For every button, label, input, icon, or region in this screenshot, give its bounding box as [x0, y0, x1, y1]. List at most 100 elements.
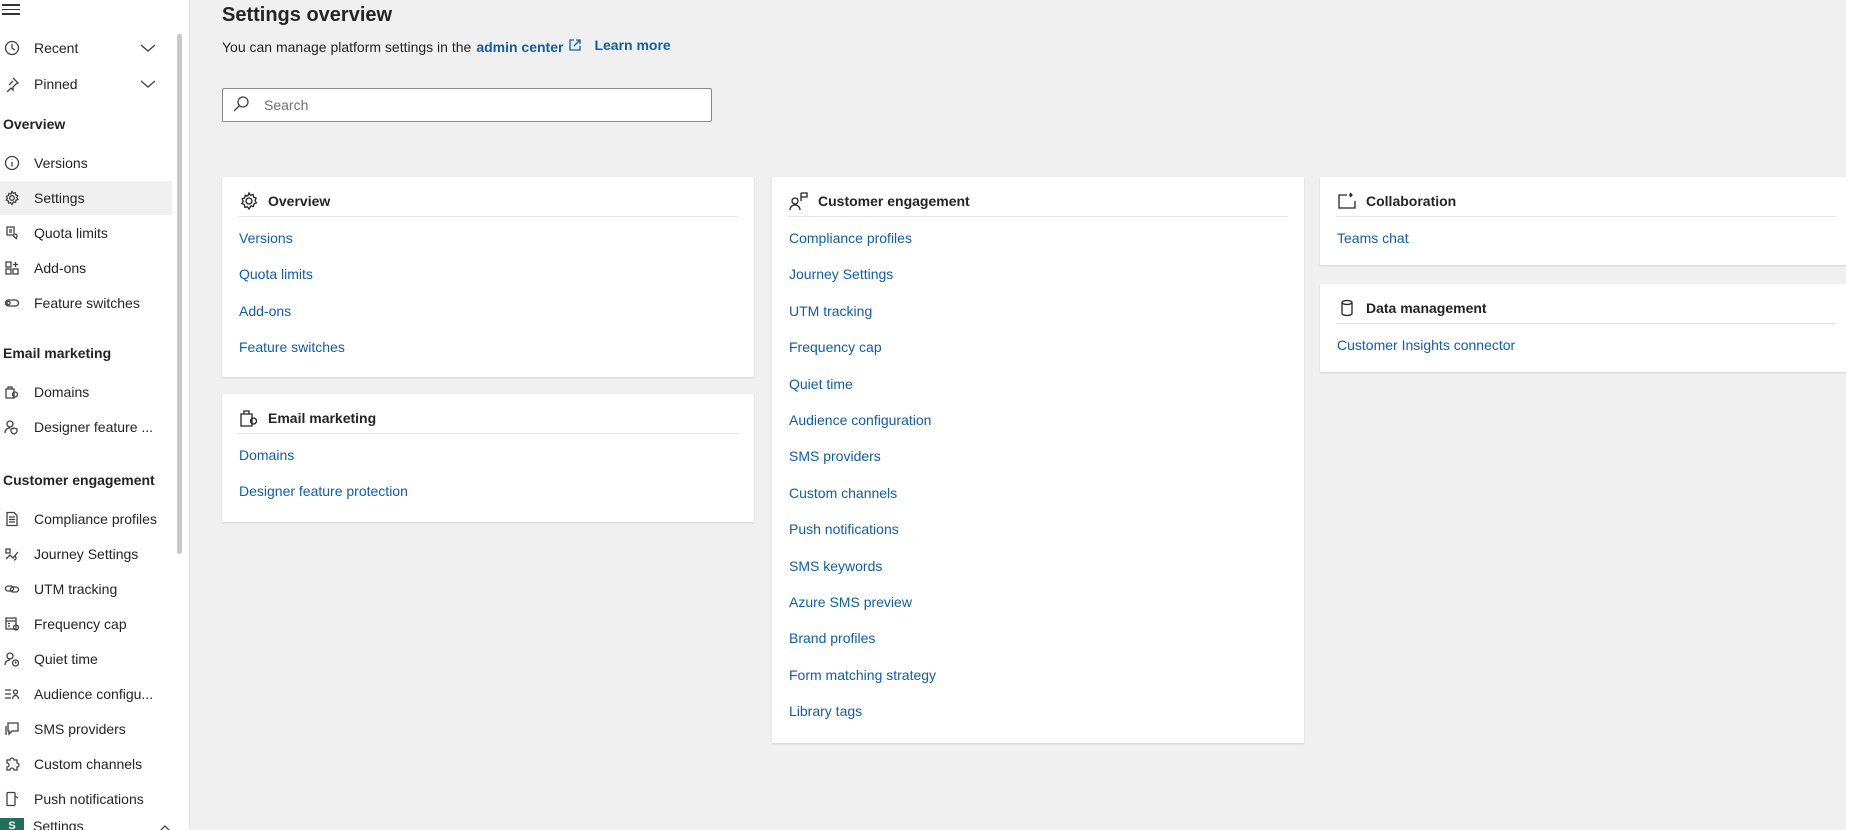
sidebar-item-sms-providers[interactable]: SMS providers	[0, 712, 172, 746]
chevron-down-icon[interactable]	[140, 77, 156, 91]
card-collaboration: Collaboration Teams chat	[1320, 177, 1852, 265]
sidebar-item-designer-feature-protection[interactable]: Designer feature ...	[0, 410, 172, 444]
link-customer-insights-connector[interactable]: Customer Insights connector	[1337, 334, 1515, 370]
sidebar-scrollbar[interactable]	[177, 34, 182, 554]
sidebar-item-label: Feature switches	[34, 295, 140, 311]
sidebar-item-journey-settings[interactable]: Journey Settings	[0, 537, 172, 571]
link-designer-feature-protection[interactable]: Designer feature protection	[239, 480, 408, 516]
card-header: Overview	[238, 185, 738, 217]
area-switcher[interactable]: S Settings	[0, 818, 180, 830]
link-domains[interactable]: Domains	[239, 444, 408, 480]
search-icon	[232, 95, 252, 115]
hamburger-menu-icon[interactable]	[2, 1, 20, 15]
main-content: Settings overview You can manage platfor…	[190, 0, 1852, 830]
link-add-ons[interactable]: Add-ons	[239, 300, 345, 336]
sidebar-item-settings[interactable]: Settings	[0, 181, 172, 215]
link-sms-keywords[interactable]: SMS keywords	[789, 555, 936, 591]
card-link-list: Versions Quota limits Add-ons Feature sw…	[239, 227, 345, 373]
sidebar-item-label: Add-ons	[34, 260, 87, 276]
card-link-list: Domains Designer feature protection	[239, 444, 408, 517]
admin-center-link[interactable]: admin center	[476, 39, 563, 55]
chevron-down-icon[interactable]	[140, 41, 156, 55]
pin-icon	[1, 74, 23, 94]
sidebar-scroll-area: Recent Pinned Overview Versions Settings…	[0, 0, 180, 830]
sidebar-item-utm-tracking[interactable]: UTM tracking	[0, 572, 172, 606]
link-audience-configuration[interactable]: Audience configuration	[789, 409, 936, 445]
sidebar-item-label: Journey Settings	[34, 546, 139, 562]
sidebar-section-email-marketing: Email marketing	[3, 345, 112, 361]
sidebar-item-custom-channels[interactable]: Custom channels	[0, 747, 172, 781]
search-box[interactable]	[222, 88, 712, 122]
domain-icon	[1, 382, 23, 402]
sidebar-item-label: Quiet time	[34, 651, 98, 667]
sidebar-section-overview: Overview	[3, 116, 66, 132]
link-icon	[1, 579, 23, 599]
card-link-list: Teams chat	[1337, 227, 1409, 263]
link-utm-tracking[interactable]: UTM tracking	[789, 300, 936, 336]
link-azure-sms-preview[interactable]: Azure SMS preview	[789, 591, 936, 627]
left-navigation: Recent Pinned Overview Versions Settings…	[0, 0, 190, 830]
search-input[interactable]	[264, 97, 704, 113]
database-icon	[1336, 297, 1358, 319]
collaboration-icon	[1336, 190, 1358, 212]
person-shield-icon	[1, 417, 23, 437]
link-library-tags[interactable]: Library tags	[789, 700, 936, 736]
link-feature-switches[interactable]: Feature switches	[239, 336, 345, 372]
sidebar-item-domains[interactable]: Domains	[0, 375, 172, 409]
sidebar-item-versions[interactable]: Versions	[0, 146, 172, 180]
sidebar-item-audience-configuration[interactable]: Audience configu...	[0, 677, 172, 711]
link-brand-profiles[interactable]: Brand profiles	[789, 627, 936, 663]
link-quota-limits[interactable]: Quota limits	[239, 263, 345, 299]
sidebar-item-pinned[interactable]: Pinned	[0, 67, 172, 101]
right-gutter	[1846, 0, 1869, 830]
link-frequency-cap[interactable]: Frequency cap	[789, 336, 936, 372]
sidebar-item-label: Push notifications	[34, 791, 144, 807]
link-compliance-profiles[interactable]: Compliance profiles	[789, 227, 936, 263]
sidebar-item-frequency-cap[interactable]: Frequency cap	[0, 607, 172, 641]
card-data-management: Data management Customer Insights connec…	[1320, 284, 1852, 372]
person-clock-icon	[1, 649, 23, 669]
link-form-matching-strategy[interactable]: Form matching strategy	[789, 664, 936, 700]
sidebar-item-label: Custom channels	[34, 756, 143, 772]
card-header: Customer engagement	[788, 185, 1288, 217]
subtitle-text: You can manage platform settings in the	[222, 39, 472, 55]
sidebar-item-add-ons[interactable]: Add-ons	[0, 251, 172, 285]
apps-icon	[1, 258, 23, 278]
info-icon	[1, 153, 23, 173]
link-versions[interactable]: Versions	[239, 227, 345, 263]
sidebar-item-recent[interactable]: Recent	[0, 31, 172, 65]
sidebar-section-customer-engagement: Customer engagement	[3, 472, 155, 488]
puzzle-icon	[1, 754, 23, 774]
link-sms-providers[interactable]: SMS providers	[789, 445, 936, 481]
domain-icon	[238, 407, 260, 429]
card-title: Overview	[268, 192, 331, 209]
link-push-notifications[interactable]: Push notifications	[789, 518, 936, 554]
link-quiet-time[interactable]: Quiet time	[789, 373, 936, 409]
sidebar-item-label: Quota limits	[34, 225, 108, 241]
area-switcher-label: Settings	[33, 818, 84, 830]
chevron-up-icon[interactable]	[158, 820, 172, 830]
card-customer-engagement: Customer engagement Compliance profiles …	[772, 177, 1304, 743]
link-journey-settings[interactable]: Journey Settings	[789, 263, 936, 299]
card-title: Customer engagement	[818, 192, 970, 209]
toggle-icon	[1, 293, 23, 313]
chat-icon	[1, 719, 23, 739]
page-subtitle: You can manage platform settings in the …	[222, 37, 671, 55]
sidebar-item-push-notifications[interactable]: Push notifications	[0, 782, 172, 816]
sidebar-item-label: Settings	[34, 190, 85, 206]
learn-more-link[interactable]: Learn more	[594, 37, 670, 53]
card-header: Collaboration	[1336, 185, 1836, 217]
link-teams-chat[interactable]: Teams chat	[1337, 227, 1409, 263]
sidebar-item-feature-switches[interactable]: Feature switches	[0, 286, 172, 320]
sidebar-item-quota-limits[interactable]: Quota limits	[0, 216, 172, 250]
card-title: Email marketing	[268, 409, 377, 426]
clock-icon	[1, 38, 23, 58]
sidebar-item-label: SMS providers	[34, 721, 126, 737]
sidebar-item-quiet-time[interactable]: Quiet time	[0, 642, 172, 676]
gear-icon	[238, 190, 260, 212]
journey-icon	[1, 544, 23, 564]
link-custom-channels[interactable]: Custom channels	[789, 482, 936, 518]
card-title: Collaboration	[1366, 192, 1457, 209]
card-header: Email marketing	[238, 402, 738, 434]
sidebar-item-compliance-profiles[interactable]: Compliance profiles	[0, 502, 172, 536]
